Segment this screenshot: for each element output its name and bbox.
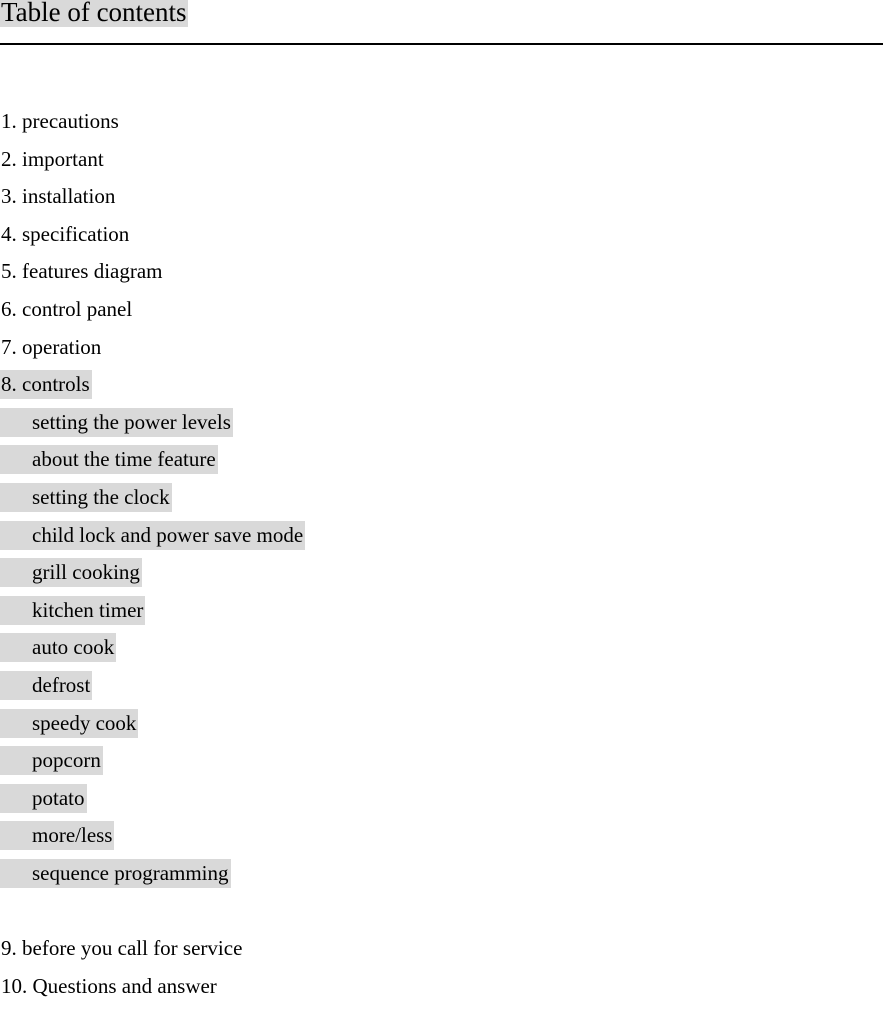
toc-entry[interactable]: 9. before you call for service: [0, 934, 883, 972]
toc-entry[interactable]: 7. operation: [0, 333, 883, 371]
table-of-contents-page: { "document": { "title": "Table of conte…: [0, 0, 883, 998]
toc-sub-entry[interactable]: sequence programming: [0, 858, 883, 897]
toc-sub-entry-label: sequence programming: [0, 858, 231, 888]
toc-sub-entry-label: auto cook: [0, 633, 117, 663]
toc-sub-entry-label: setting the clock: [0, 482, 172, 512]
toc-sub-entry[interactable]: auto cook: [0, 633, 883, 671]
toc-entry[interactable]: 5. features diagram: [0, 257, 883, 295]
toc-sub-entry[interactable]: child lock and power save mode: [0, 520, 883, 559]
toc-entry[interactable]: 10. Questions and answer: [0, 972, 883, 1009]
toc-sub-entry-label: setting the power levels: [0, 407, 233, 437]
toc-sub-entry[interactable]: more/less: [0, 821, 883, 859]
toc-sub-entry-label: popcorn: [0, 746, 103, 776]
toc-sub-entry-label: more/less: [0, 821, 115, 851]
toc-sub-entry[interactable]: grill cooking: [0, 558, 883, 596]
page-title: Table of contents: [0, 0, 188, 28]
toc-sub-entry[interactable]: about the time feature: [0, 445, 883, 483]
toc-entry-label: 4. specification: [1, 221, 130, 246]
toc-entry-label: 10. Questions and answer: [1, 973, 217, 998]
toc-entry[interactable]: 3. installation: [0, 182, 883, 220]
toc-entry[interactable]: 1. precautions: [0, 107, 883, 145]
toc-sub-entry[interactable]: defrost: [0, 670, 883, 709]
toc-sub-entry-label: grill cooking: [0, 558, 142, 588]
toc-sub-entry-label: potato: [0, 783, 87, 813]
toc-entry-label: 2. important: [1, 146, 104, 171]
toc-sub-entry[interactable]: potato: [0, 783, 883, 822]
toc-entry-label: 7. operation: [1, 334, 102, 359]
toc-entry-label: 1. precautions: [1, 109, 119, 133]
toc-sub-entry-label: kitchen timer: [0, 595, 146, 625]
toc-sub-entry[interactable]: popcorn: [0, 746, 883, 784]
title-divider-rule: [0, 43, 883, 45]
toc-sub-entry[interactable]: setting the power levels: [0, 407, 883, 446]
toc-entry-label: 3. installation: [1, 184, 116, 209]
toc-entry-label: 9. before you call for service: [1, 936, 243, 961]
toc-sub-entry-label: speedy cook: [0, 708, 139, 738]
toc-sub-entry-label: child lock and power save mode: [0, 520, 306, 550]
toc-entry[interactable]: 6. control panel: [0, 295, 883, 333]
toc-list: 1. precautions 2. important 3. installatio…: [0, 107, 883, 1009]
toc-entry[interactable]: 8. controls: [0, 370, 883, 408]
toc-sub-entry[interactable]: setting the clock: [0, 482, 883, 521]
toc-spacer: [0, 896, 883, 934]
toc-entry-label: 6. control panel: [1, 296, 133, 321]
page-title-text: Table of contents: [0, 0, 188, 27]
toc-sub-entry-label: defrost: [0, 670, 93, 700]
toc-entry[interactable]: 2. important: [0, 145, 883, 183]
toc-sub-entry[interactable]: speedy cook: [0, 708, 883, 747]
toc-sub-entry-label: about the time feature: [0, 445, 218, 475]
toc-entry[interactable]: 4. specification: [0, 220, 883, 258]
toc-entry-label: 5. features diagram: [1, 259, 163, 284]
toc-entry-label: 8. controls: [0, 370, 92, 400]
toc-sub-entry[interactable]: kitchen timer: [0, 595, 883, 634]
